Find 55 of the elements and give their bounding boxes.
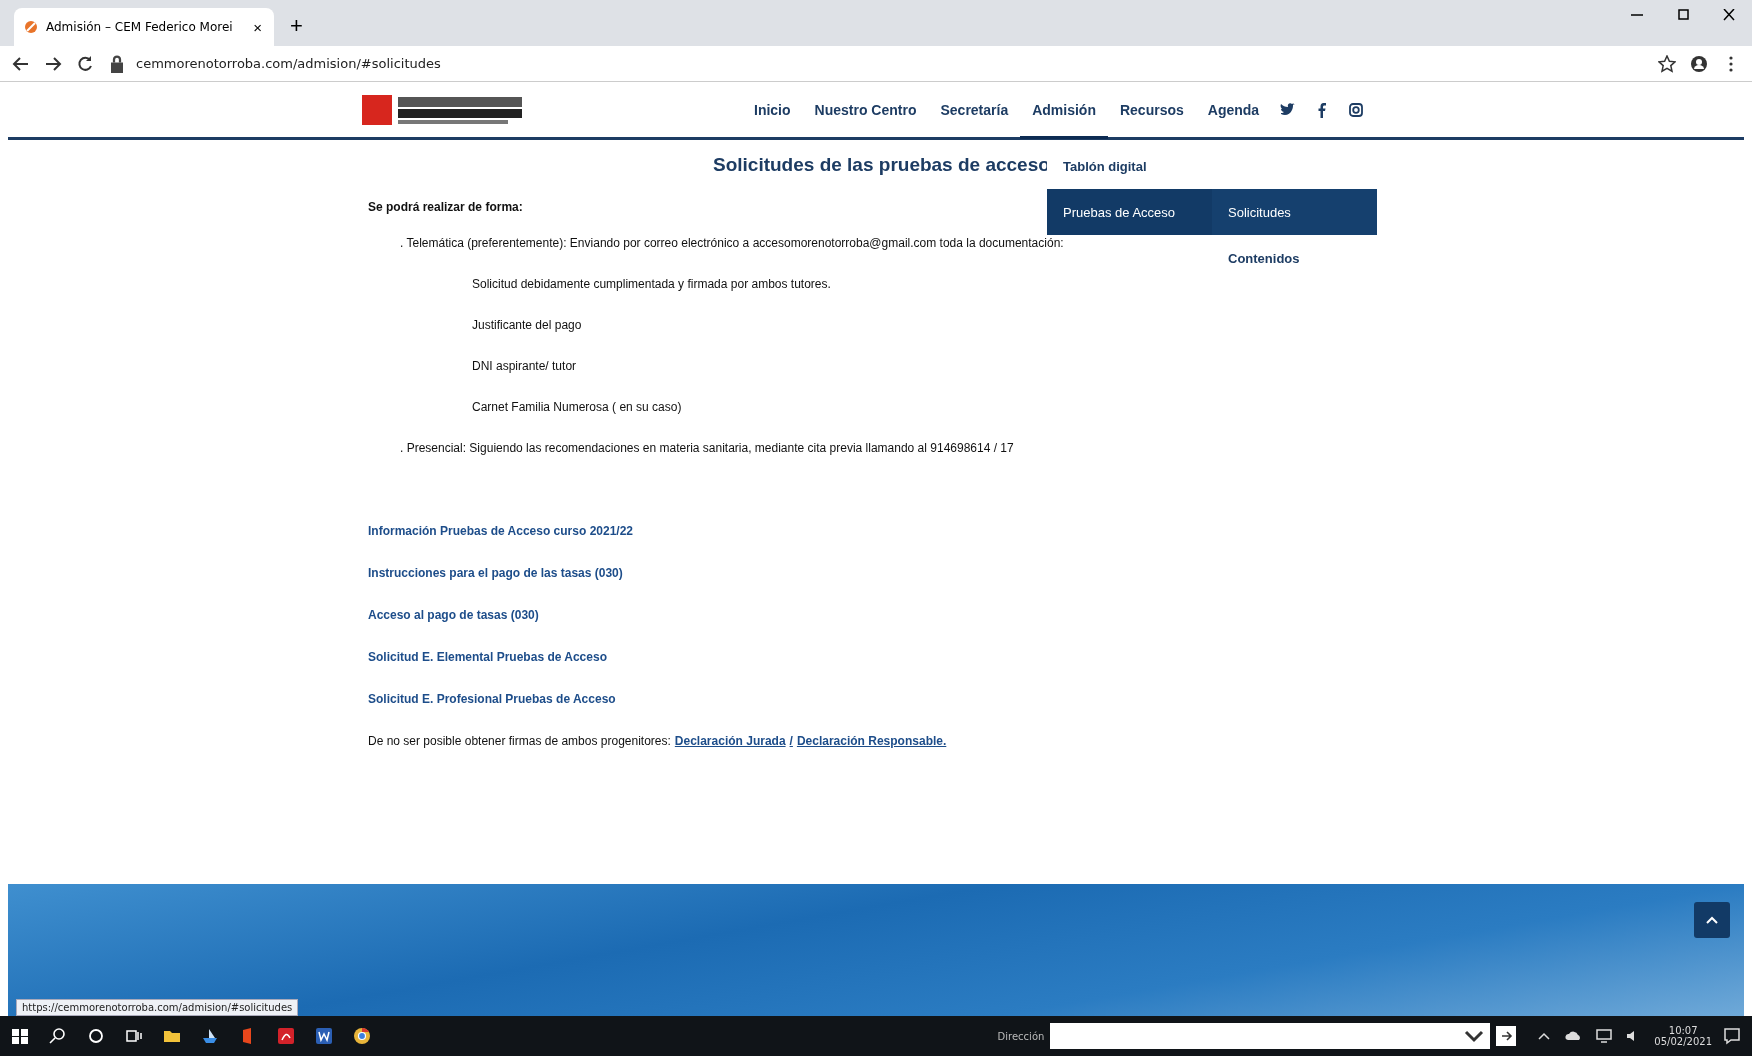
status-url: https://cemmorenotorroba.com/admision/#solicitudes: [16, 999, 299, 1016]
tab-title: Admisión – CEM Federico Morei: [46, 20, 234, 34]
forward-arrow-icon[interactable]: [44, 54, 62, 73]
windows-start-icon[interactable]: [10, 1026, 30, 1046]
search-icon[interactable]: [48, 1026, 68, 1046]
chevron-up-icon: [1706, 916, 1718, 924]
chrome-icon[interactable]: [352, 1026, 372, 1046]
document-link[interactable]: Solicitud E. Profesional Pruebas de Acceso: [368, 678, 616, 720]
nav-link[interactable]: Inicio: [742, 83, 803, 139]
back-arrow-icon[interactable]: [12, 54, 30, 73]
nav-link[interactable]: Secretaría: [928, 83, 1021, 139]
declaration-link[interactable]: Declaración Jurada: [674, 733, 786, 748]
document-link[interactable]: Instrucciones para el pago de las tasas (030): [368, 552, 623, 594]
school-logo-drawing[interactable]: [362, 92, 522, 127]
address-label: Dirección: [997, 1030, 1045, 1042]
page-title: Solicitudes de las pruebas de acceso: [713, 154, 1050, 176]
document-item: DNI aspirante/ tutor: [471, 357, 577, 375]
document-item: Carnet Familia Numerosa ( en su caso): [471, 398, 682, 416]
nav-link[interactable]: Nuestro Centro: [802, 83, 929, 139]
option-text: . Presencial: Siguiendo las recomendaciones en materia sanitaria, mediante cita previa llamando al 914698614 / 17: [399, 439, 1014, 457]
document-link[interactable]: Solicitud E. Elemental Pruebas de Acceso: [368, 636, 607, 678]
reload-icon[interactable]: [76, 54, 94, 73]
url-text[interactable]: cemmorenotorroba.com/admision/#solicitudes: [136, 56, 441, 71]
document-link[interactable]: Información Pruebas de Acceso curso 2021/22: [368, 510, 633, 552]
pdf-app-icon[interactable]: [276, 1026, 296, 1046]
nav-link[interactable]: Admisión: [1020, 83, 1108, 139]
lock-icon: [108, 54, 126, 73]
nav-link[interactable]: Agenda: [1195, 83, 1272, 139]
new-tab-button[interactable]: +: [284, 12, 309, 40]
twitter-bird-icon[interactable]: [1280, 101, 1297, 118]
document-item: Solicitud debidamente cumplimentada y firmada por ambos tutores.: [471, 275, 831, 293]
star-icon[interactable]: [1658, 54, 1676, 73]
word-app-icon[interactable]: [314, 1026, 334, 1046]
network-icon[interactable]: [1594, 1026, 1615, 1046]
instagram-icon[interactable]: [1348, 101, 1365, 118]
document-link[interactable]: Acceso al pago de tasas (030): [368, 594, 539, 636]
address-field[interactable]: [1050, 1023, 1491, 1049]
declaration-link[interactable]: Declaración Responsable.: [796, 733, 947, 748]
option-text: . Telemática (preferentemente): Enviando por correo electrónico a accesomorenotorroba@gmail.com toda la documentación:: [399, 234, 1064, 252]
nav-link[interactable]: Recursos: [1107, 83, 1196, 139]
clock-date: 05/02/2021: [1654, 1036, 1712, 1047]
submenu-item[interactable]: Solicitudes: [1212, 189, 1377, 235]
close-tab-button[interactable]: ×: [251, 18, 264, 36]
declaration-link[interactable]: /: [789, 733, 793, 748]
notification-icon[interactable]: [1722, 1026, 1742, 1046]
cortana-circle-icon[interactable]: [86, 1026, 106, 1046]
intro-text: Se podrá realizar de forma:: [368, 199, 523, 216]
profile-icon[interactable]: [1690, 54, 1708, 73]
dropdown-item[interactable]: Pruebas de Acceso: [1047, 189, 1212, 235]
browser-tab[interactable]: Admisión – CEM Federico Morei ×: [14, 8, 274, 46]
scroll-to-top-button[interactable]: [1694, 902, 1730, 938]
site-favicon-icon: [24, 20, 38, 34]
clock-time: 10:07: [1668, 1025, 1698, 1036]
note-text: De no ser posible obtener firmas de ambos progenitores:: [368, 733, 671, 748]
document-item: Justificante del pago: [471, 316, 582, 334]
